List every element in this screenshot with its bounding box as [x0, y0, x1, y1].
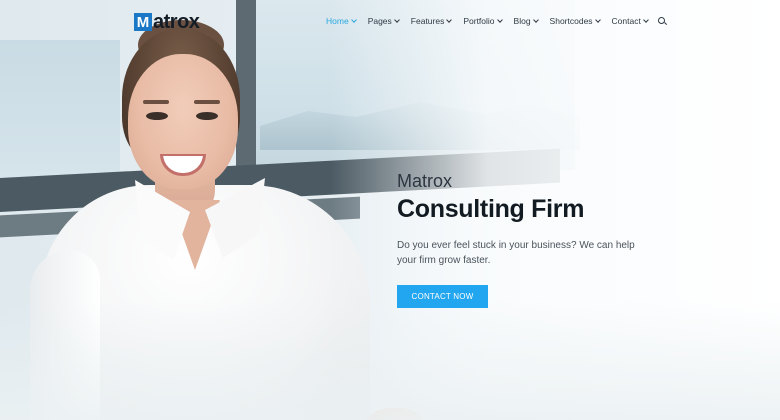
- eye-right: [196, 112, 218, 120]
- hero-description: Do you ever feel stuck in your business?…: [397, 239, 635, 266]
- nav-item-label: Shortcodes: [549, 16, 593, 26]
- search-icon[interactable]: [657, 16, 667, 26]
- floor-fade: [0, 300, 780, 420]
- nav-item-label: Blog: [513, 16, 531, 26]
- nav-item-contact[interactable]: Contact: [611, 16, 649, 26]
- contact-now-button[interactable]: CONTACT NOW: [397, 284, 488, 308]
- eye-left: [146, 112, 168, 120]
- chevron-down-icon: [446, 17, 453, 23]
- face: [128, 54, 238, 189]
- chevron-down-icon: [594, 17, 601, 23]
- chevron-down-icon: [350, 17, 357, 23]
- nav-item-shortcodes[interactable]: Shortcodes: [549, 16, 601, 26]
- logo-text: atrox: [153, 10, 200, 33]
- eyebrow-left: [143, 100, 169, 104]
- nav-item-features[interactable]: Features: [410, 16, 453, 26]
- smile: [160, 154, 206, 176]
- hero-kicker: Matrox: [397, 171, 453, 191]
- chevron-down-icon: [393, 17, 400, 23]
- nav-item-label: Contact: [611, 16, 641, 26]
- nav-item-label: Pages: [367, 16, 392, 26]
- nav-item-label: Features: [410, 16, 445, 26]
- nav-item-portfolio[interactable]: Portfolio: [463, 16, 503, 26]
- site-header: M atrox Home Pages Features Portfolio Bl…: [0, 0, 780, 44]
- eyebrow-right: [194, 100, 220, 104]
- nav-item-label: Portfolio: [463, 16, 495, 26]
- chevron-down-icon: [496, 17, 503, 23]
- main-nav: Home Pages Features Portfolio Blog Short…: [326, 16, 667, 26]
- hero-title: Consulting Firm: [397, 194, 585, 223]
- chevron-down-icon: [532, 17, 539, 23]
- nav-item-blog[interactable]: Blog: [513, 16, 539, 26]
- site-logo[interactable]: M atrox: [134, 10, 200, 34]
- chevron-down-icon: [643, 17, 649, 23]
- nav-item-label: Home: [326, 16, 349, 26]
- hero-content: Matrox Consulting Firm Do you ever feel …: [397, 171, 697, 308]
- nav-item-pages[interactable]: Pages: [367, 16, 400, 26]
- logo-mark: M: [134, 13, 152, 31]
- nav-item-home[interactable]: Home: [326, 16, 357, 26]
